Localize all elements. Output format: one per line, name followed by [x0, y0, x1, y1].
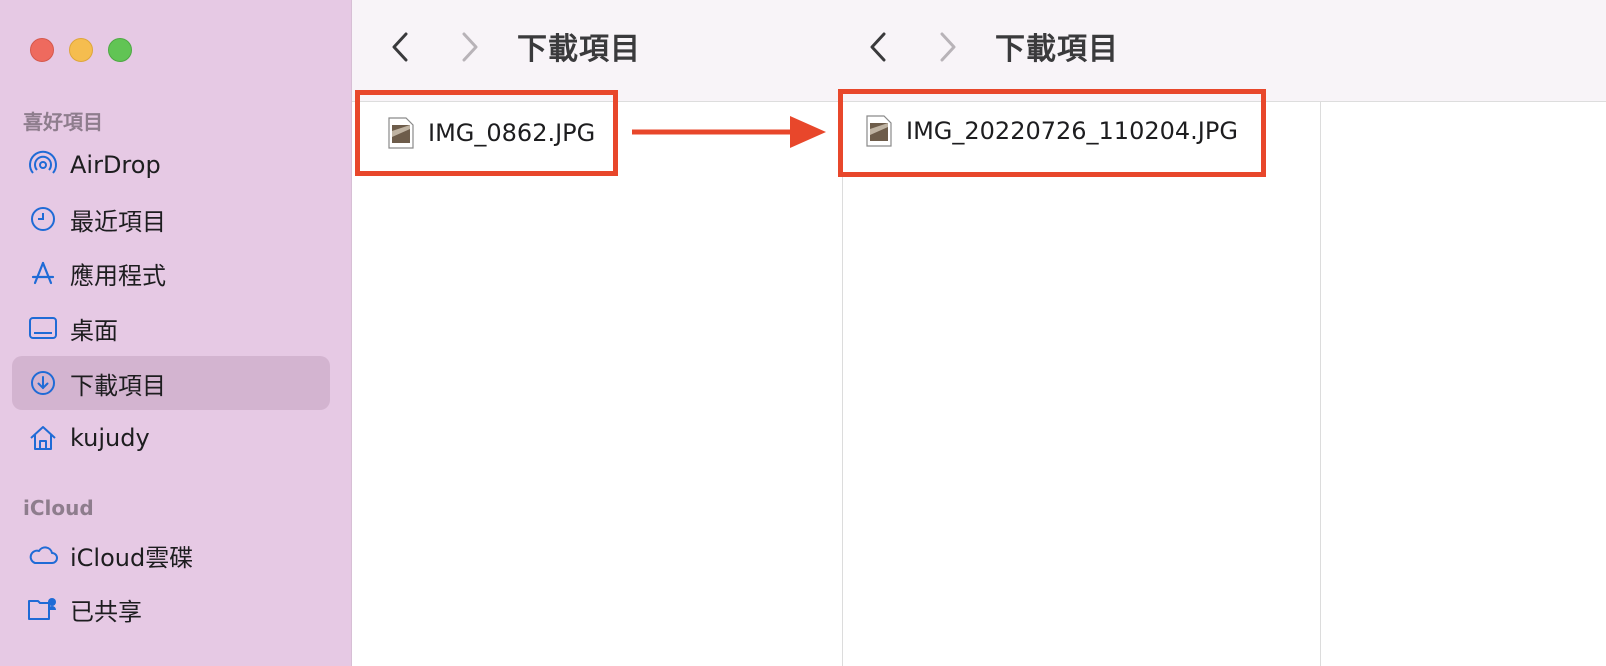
forward-button[interactable]: [450, 27, 490, 67]
minimize-button[interactable]: [69, 38, 93, 62]
sidebar-item-desktop[interactable]: 桌面: [12, 301, 330, 355]
download-icon: [26, 366, 60, 400]
sidebar-item-label: AirDrop: [70, 151, 161, 179]
back-button[interactable]: [858, 27, 898, 67]
window-title: 下載項目: [995, 32, 1119, 67]
window-controls: [30, 38, 132, 62]
close-button[interactable]: [30, 38, 54, 62]
back-button[interactable]: [380, 27, 420, 67]
desktop-icon: [26, 311, 60, 345]
shared-folder-icon: [26, 592, 60, 626]
sidebar-item-label: 最近項目: [70, 207, 166, 236]
sidebar-item-label: kujudy: [70, 424, 150, 452]
column-divider[interactable]: [1320, 102, 1321, 666]
sidebar-item-downloads[interactable]: 下載項目: [12, 356, 330, 410]
arrow-icon: [632, 116, 826, 148]
sidebar-item-home[interactable]: kujudy: [12, 411, 330, 465]
sidebar-item-label: iCloud雲碟: [70, 543, 194, 572]
highlight-box: [355, 90, 618, 176]
sidebar-item-airdrop[interactable]: AirDrop: [12, 138, 330, 192]
sidebar-item-label: 應用程式: [70, 261, 166, 290]
column-divider[interactable]: [842, 102, 843, 666]
toolbar: 下載項目 下載項目: [352, 0, 1606, 102]
sidebar-item-label: 已共享: [70, 597, 142, 626]
sidebar-item-icloud-drive[interactable]: iCloud雲碟: [12, 528, 330, 582]
applications-icon: [26, 256, 60, 290]
sidebar-item-recents[interactable]: 最近項目: [12, 192, 330, 246]
favorites-header: 喜好項目: [23, 110, 103, 134]
chevron-right-icon: [462, 32, 478, 62]
sidebar-item-label: 桌面: [70, 316, 118, 345]
chevron-right-icon: [940, 32, 956, 62]
window-title: 下載項目: [517, 32, 641, 67]
highlight-box: [838, 89, 1266, 177]
chevron-left-icon: [870, 32, 886, 62]
clock-icon: [26, 202, 60, 236]
main-area: 下載項目 下載項目 IMG_0862.JPG IMG_20220726_1102…: [352, 0, 1606, 666]
airdrop-icon: [26, 148, 60, 182]
cloud-icon: [26, 538, 60, 572]
icloud-header: iCloud: [23, 496, 94, 520]
sidebar-item-shared[interactable]: 已共享: [12, 582, 330, 636]
home-icon: [26, 421, 60, 455]
sidebar-item-label: 下載項目: [70, 371, 166, 400]
zoom-button[interactable]: [108, 38, 132, 62]
sidebar-item-applications[interactable]: 應用程式: [12, 246, 330, 300]
forward-button[interactable]: [928, 27, 968, 67]
chevron-left-icon: [392, 32, 408, 62]
sidebar: 喜好項目 AirDrop 最近項目 應用程式 桌面 下載項目 kujudy iC…: [0, 0, 352, 666]
